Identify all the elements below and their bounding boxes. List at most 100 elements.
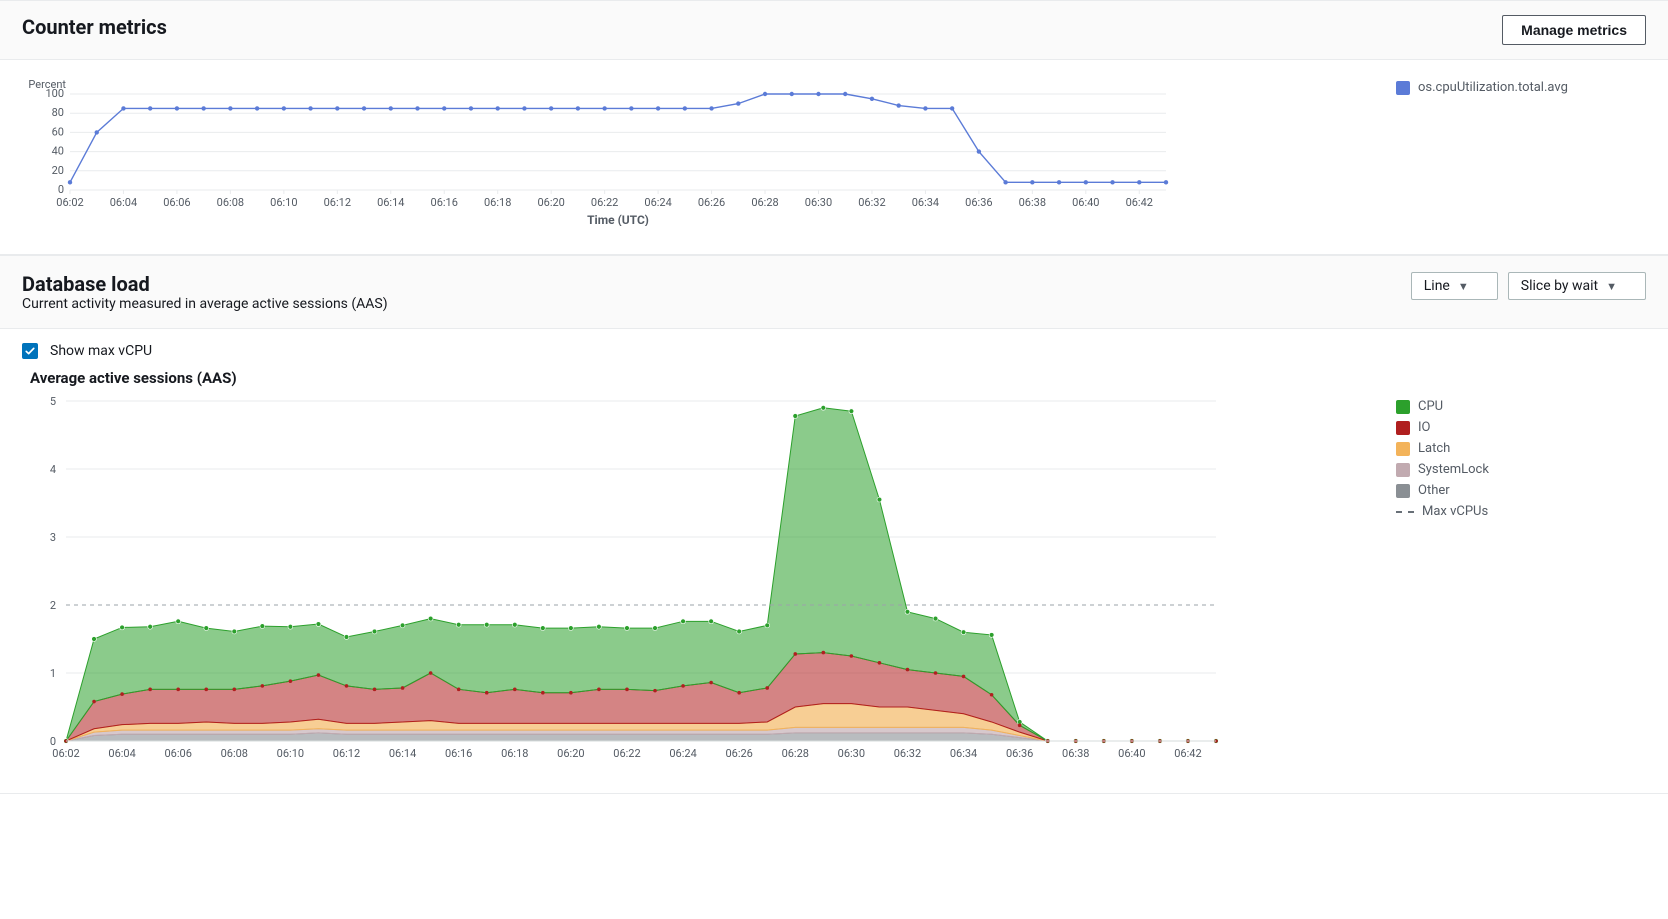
svg-text:06:06: 06:06 (164, 747, 191, 760)
legend-label: Latch (1418, 441, 1450, 456)
svg-text:60: 60 (52, 125, 64, 138)
database-load-title: Database load (22, 272, 388, 296)
legend-item-latch[interactable]: Latch (1396, 441, 1646, 456)
svg-text:06:40: 06:40 (1072, 196, 1099, 209)
svg-text:20: 20 (52, 164, 64, 177)
svg-text:2: 2 (50, 599, 56, 612)
legend-label: Max vCPUs (1422, 504, 1488, 519)
database-load-subtitle: Current activity measured in average act… (22, 296, 388, 312)
svg-text:06:34: 06:34 (950, 747, 977, 760)
database-load-header: Database load Current activity measured … (0, 255, 1668, 329)
aas-chart[interactable]: 01234506:0206:0406:0606:0806:1006:1206:1… (22, 395, 1368, 765)
svg-text:06:40: 06:40 (1118, 747, 1145, 760)
svg-text:06:02: 06:02 (56, 196, 83, 209)
square-icon (1396, 463, 1410, 477)
svg-text:100: 100 (45, 87, 64, 100)
select-value: Slice by wait (1521, 278, 1598, 294)
svg-text:06:14: 06:14 (377, 196, 404, 209)
counter-metrics-title: Counter metrics (22, 15, 167, 39)
svg-text:06:34: 06:34 (912, 196, 939, 209)
square-icon (1396, 81, 1410, 95)
legend-label: Other (1418, 483, 1450, 498)
svg-text:06:04: 06:04 (110, 196, 137, 209)
counter-metrics-header: Counter metrics Manage metrics (0, 0, 1668, 60)
aas-legend: CPU IO Latch SystemLock Other Max vCPUs (1396, 395, 1646, 525)
svg-text:06:24: 06:24 (644, 196, 671, 209)
svg-text:06:08: 06:08 (221, 747, 248, 760)
svg-text:06:18: 06:18 (501, 747, 528, 760)
svg-text:1: 1 (50, 667, 56, 680)
svg-text:40: 40 (52, 145, 64, 158)
svg-text:06:28: 06:28 (751, 196, 778, 209)
svg-text:06:16: 06:16 (445, 747, 472, 760)
svg-text:06:30: 06:30 (838, 747, 865, 760)
legend-label: IO (1418, 420, 1430, 435)
caret-down-icon: ▼ (1606, 280, 1617, 293)
svg-text:06:38: 06:38 (1062, 747, 1089, 760)
svg-text:06:08: 06:08 (217, 196, 244, 209)
square-icon (1396, 442, 1410, 456)
svg-text:06:38: 06:38 (1019, 196, 1046, 209)
chart-type-select[interactable]: Line ▼ (1411, 272, 1498, 300)
svg-text:06:16: 06:16 (431, 196, 458, 209)
legend-item-cpu[interactable]: CPU (1396, 399, 1646, 414)
manage-metrics-button[interactable]: Manage metrics (1502, 15, 1646, 45)
svg-text:3: 3 (50, 531, 56, 544)
svg-text:06:22: 06:22 (591, 196, 618, 209)
square-icon (1396, 484, 1410, 498)
counter-legend: os.cpuUtilization.total.avg (1396, 76, 1646, 101)
svg-text:06:12: 06:12 (324, 196, 351, 209)
svg-text:06:12: 06:12 (333, 747, 360, 760)
legend-item-maxvcpus[interactable]: Max vCPUs (1396, 504, 1646, 519)
svg-text:06:06: 06:06 (163, 196, 190, 209)
legend-item-io[interactable]: IO (1396, 420, 1646, 435)
svg-text:06:10: 06:10 (270, 196, 297, 209)
svg-text:06:26: 06:26 (725, 747, 752, 760)
check-icon (24, 345, 36, 357)
svg-text:4: 4 (50, 463, 56, 476)
svg-text:06:32: 06:32 (858, 196, 885, 209)
svg-text:06:32: 06:32 (894, 747, 921, 760)
svg-text:06:20: 06:20 (537, 196, 564, 209)
legend-label: CPU (1418, 399, 1443, 414)
database-load-panel: Database load Current activity measured … (0, 255, 1668, 794)
counter-metrics-panel: Counter metrics Manage metrics Percent02… (0, 0, 1668, 255)
database-load-title-block: Database load Current activity measured … (22, 272, 388, 312)
show-max-vcpu-label: Show max vCPU (50, 343, 152, 359)
svg-text:06:14: 06:14 (389, 747, 416, 760)
svg-text:0: 0 (58, 183, 64, 196)
svg-text:06:42: 06:42 (1174, 747, 1201, 760)
slice-select[interactable]: Slice by wait ▼ (1508, 272, 1646, 300)
dash-icon (1396, 511, 1414, 513)
svg-text:06:10: 06:10 (277, 747, 304, 760)
legend-item-other[interactable]: Other (1396, 483, 1646, 498)
show-max-vcpu-row: Show max vCPU (0, 329, 1668, 365)
select-value: Line (1424, 278, 1450, 294)
square-icon (1396, 400, 1410, 414)
database-load-controls: Line ▼ Slice by wait ▼ (1411, 272, 1646, 300)
square-icon (1396, 421, 1410, 435)
svg-text:06:20: 06:20 (557, 747, 584, 760)
svg-text:06:36: 06:36 (1006, 747, 1033, 760)
svg-text:06:30: 06:30 (805, 196, 832, 209)
legend-label: SystemLock (1418, 462, 1489, 477)
aas-chart-title: Average active sessions (AAS) (0, 365, 1668, 395)
svg-text:06:04: 06:04 (108, 747, 135, 760)
caret-down-icon: ▼ (1458, 280, 1469, 293)
legend-item-systemlock[interactable]: SystemLock (1396, 462, 1646, 477)
counter-chart-area: Percent02040608010006:0206:0406:0606:080… (0, 60, 1668, 254)
svg-text:06:36: 06:36 (965, 196, 992, 209)
show-max-vcpu-checkbox[interactable] (22, 343, 38, 359)
svg-text:06:28: 06:28 (782, 747, 809, 760)
legend-label: os.cpuUtilization.total.avg (1418, 80, 1568, 95)
svg-text:06:18: 06:18 (484, 196, 511, 209)
svg-text:Time (UTC): Time (UTC) (587, 213, 649, 226)
svg-text:06:24: 06:24 (669, 747, 696, 760)
svg-text:80: 80 (52, 106, 64, 119)
legend-item-cpuutil[interactable]: os.cpuUtilization.total.avg (1396, 80, 1646, 95)
aas-chart-area: 01234506:0206:0406:0606:0806:1006:1206:1… (0, 395, 1668, 793)
svg-text:06:22: 06:22 (613, 747, 640, 760)
svg-text:06:26: 06:26 (698, 196, 725, 209)
svg-text:06:02: 06:02 (52, 747, 79, 760)
counter-chart[interactable]: Percent02040608010006:0206:0406:0606:080… (22, 76, 1368, 226)
